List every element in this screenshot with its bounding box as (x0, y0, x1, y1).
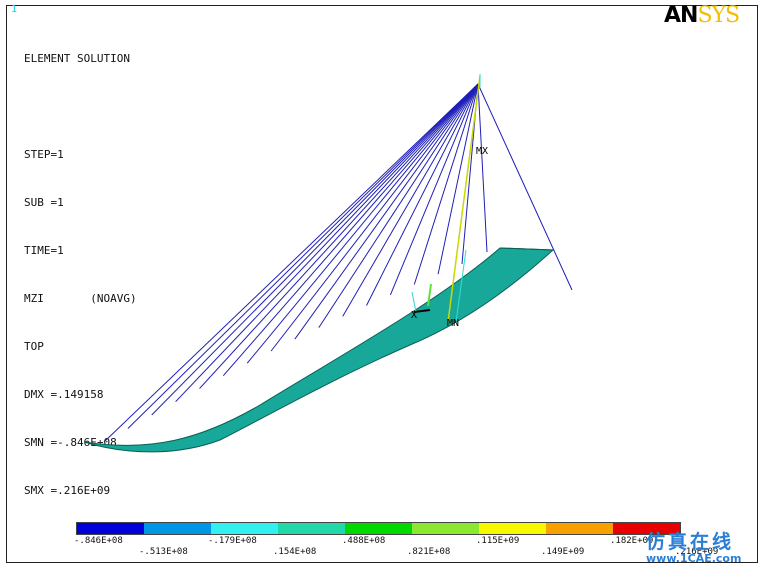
legend-label: .149E+09 (541, 547, 585, 557)
legend-label: .821E+08 (407, 547, 451, 557)
legend-label: .154E+08 (273, 547, 317, 557)
legend-color-band (278, 523, 345, 534)
watermark-chinese: 仿真在线 (646, 531, 735, 553)
back-stay-2 (477, 83, 488, 253)
stay-cable (151, 83, 479, 416)
stay-cable (175, 83, 479, 403)
stay-cable (199, 83, 479, 389)
legend-label: -.846E+08 (74, 536, 123, 546)
stay-cable (222, 83, 479, 377)
contour-legend-bar (76, 522, 681, 535)
legend-label: .115E+09 (476, 536, 520, 546)
watermark-url: www.1CAE.com (646, 552, 742, 565)
min-marker: MN (447, 318, 459, 329)
triad-y-axis (411, 291, 417, 313)
model-view[interactable]: X MX MN (0, 0, 760, 567)
legend-label: -.179E+08 (208, 536, 257, 546)
legend-color-band (144, 523, 211, 534)
max-marker: MX (476, 146, 488, 157)
legend-label: -.513E+08 (139, 547, 188, 557)
deck-shell (83, 247, 555, 453)
legend-color-band (211, 523, 278, 534)
stay-cable (366, 83, 479, 306)
stay-cable (127, 83, 479, 429)
legend-color-band (479, 523, 546, 534)
legend-label: .488E+08 (342, 536, 386, 546)
legend-color-band (546, 523, 613, 534)
legend-color-band (412, 523, 479, 534)
watermark: 仿真在线 www.1CAE.com (646, 527, 741, 565)
axis-x-label: X (411, 310, 417, 321)
legend-color-band (77, 523, 144, 534)
legend-color-band (345, 523, 412, 534)
